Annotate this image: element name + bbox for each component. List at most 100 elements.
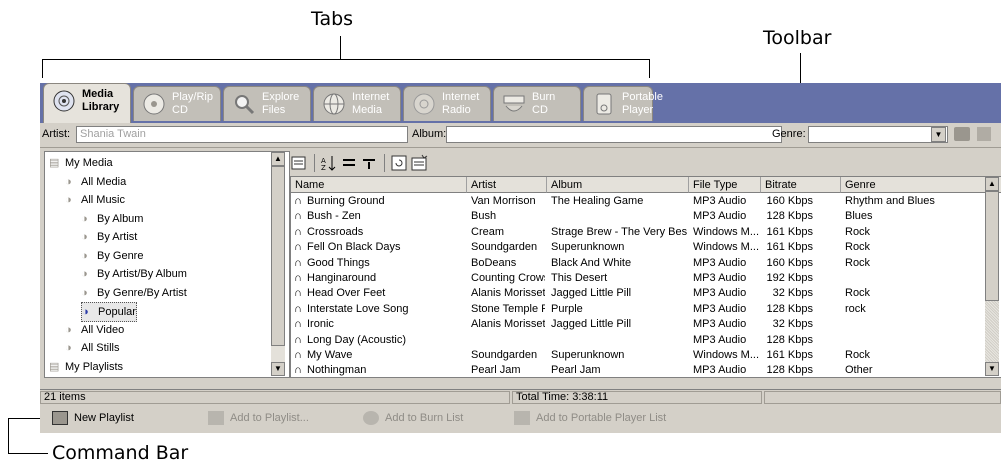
properties-icon[interactable] xyxy=(290,154,308,172)
table-cell: BoDeans xyxy=(471,256,517,269)
table-cell: Burning Ground xyxy=(307,195,385,207)
table-cell: Alanis Morissette xyxy=(471,287,545,300)
table-row[interactable]: ∩ Fell On Black Days Soundgarden Superunkno… xyxy=(291,240,986,255)
move-up-icon[interactable] xyxy=(340,154,358,172)
options-button-icon[interactable] xyxy=(977,127,991,141)
tab-burn-cd[interactable]: Burn CD xyxy=(493,86,581,121)
table-row[interactable]: ∩ Ironic Alanis Morissette Jagged Little Pi… xyxy=(291,317,986,332)
add-to-burn-list-button[interactable]: Add to Burn List xyxy=(363,410,463,426)
audio-icon: ◑ xyxy=(65,342,72,355)
command-bar-callout-label: Command Bar xyxy=(52,442,189,464)
refresh-icon[interactable] xyxy=(390,154,408,172)
table-row[interactable]: ∩ Nothingman Pearl Jam Pearl Jam MP3 Audio 12… xyxy=(291,363,986,377)
table-cell: 128 Kbps xyxy=(766,333,813,346)
column-header[interactable]: Album xyxy=(547,177,689,193)
table-cell: Nothingman xyxy=(307,364,367,377)
table-cell: Superunknown xyxy=(551,349,625,361)
headphones-icon: ∩ xyxy=(294,318,302,331)
tab-portable-player[interactable]: Portable Player xyxy=(583,86,663,121)
audio-icon: ◑ xyxy=(81,286,88,299)
headphones-icon: ∩ xyxy=(294,272,302,284)
tree-item[interactable]: ◑ By Genre xyxy=(81,247,143,265)
tree-item[interactable]: ◑ All Stills xyxy=(65,339,120,357)
scroll-up-arrow[interactable]: ▲ xyxy=(985,177,999,191)
new-folder-icon[interactable] xyxy=(410,154,428,172)
headphones-icon: ∩ xyxy=(294,333,302,346)
tree-item[interactable]: ◑ Popular xyxy=(81,302,137,322)
tab-strip: Media Library Play/Rip CD Explore Files … xyxy=(40,83,1001,124)
library-button-icon[interactable] xyxy=(954,127,970,141)
scroll-thumb[interactable] xyxy=(985,191,999,301)
table-cell: 160 Kbps xyxy=(766,256,813,269)
table-cell: MP3 Audio xyxy=(693,195,747,207)
chevron-down-icon[interactable]: ▼ xyxy=(931,127,946,142)
table-cell: Black And White xyxy=(551,256,632,269)
tree-scrollbar[interactable]: ▲ ▼ xyxy=(271,152,285,376)
album-field[interactable] xyxy=(446,126,782,143)
genre-dropdown[interactable] xyxy=(808,126,948,143)
table-row[interactable]: ∩ Interstate Love Song Stone Temple P... Pu… xyxy=(291,302,986,317)
tab-play-rip-cd[interactable]: Play/Rip CD xyxy=(133,86,221,121)
tree-item[interactable]: ◑ By Genre/By Artist xyxy=(81,284,187,302)
column-header[interactable]: Artist xyxy=(467,177,547,193)
column-header[interactable]: File Type xyxy=(689,177,761,193)
move-down-icon[interactable] xyxy=(360,154,378,172)
tab-explore-files[interactable]: Explore Files xyxy=(223,86,311,121)
table-cell: 161 Kbps xyxy=(766,241,813,254)
tree-item[interactable]: ◑ All Music xyxy=(65,191,125,209)
tree-item-label: By Artist/By Album xyxy=(97,268,187,280)
tree-item-label: All Music xyxy=(81,194,126,206)
table-cell: Strage Brew - The Very Best... xyxy=(551,225,687,238)
table-row[interactable]: ∩ My Wave Soundgarden Superunknown Windows M… xyxy=(291,348,986,363)
tree-item[interactable]: ◑ All Media xyxy=(65,173,126,191)
list-scrollbar[interactable]: ▲ ▼ xyxy=(985,177,999,376)
scroll-down-arrow[interactable]: ▼ xyxy=(985,362,999,376)
table-row[interactable]: ∩ Bush - Zen Bush MP3 Audio 128 Kbps Blues xyxy=(291,209,986,224)
tree-item[interactable]: ◑ All Video xyxy=(65,321,124,339)
media-list[interactable]: Name Artist Album File Type Bitrate Genre ∩ Bur… xyxy=(290,176,1001,378)
table-cell: MP3 Audio xyxy=(693,364,747,377)
artist-field[interactable]: Shania Twain xyxy=(76,126,408,143)
table-row[interactable]: ∩ Burning Ground Van Morrison The Healing G… xyxy=(291,194,986,209)
table-row[interactable]: ∩ Hanginaround Counting Crows This Desert MP… xyxy=(291,271,986,286)
column-header[interactable]: Genre xyxy=(841,177,986,193)
scroll-down-arrow[interactable]: ▼ xyxy=(271,362,285,376)
tree-item[interactable]: ▤Fun Songs xyxy=(65,376,134,377)
tree-item[interactable]: ◑ By Artist xyxy=(81,228,137,246)
tree-item[interactable]: ◑ By Artist/By Album xyxy=(81,265,187,283)
tab-media-library[interactable]: Media Library xyxy=(43,83,131,124)
sort-icon[interactable]: A Z xyxy=(320,154,338,172)
table-row[interactable]: ∩ Head Over Feet Alanis Morissette Jagged L… xyxy=(291,286,986,301)
tab-internet-radio[interactable]: Internet Radio xyxy=(403,86,491,121)
table-row[interactable]: ∩ Good Things BoDeans Black And White MP3 Au… xyxy=(291,256,986,271)
scroll-up-arrow[interactable]: ▲ xyxy=(271,152,285,166)
table-cell: My Wave xyxy=(307,349,353,361)
table-cell: Interstate Love Song xyxy=(307,302,409,315)
toolbar-callout-label: Toolbar xyxy=(763,27,832,49)
tree-item[interactable]: ▤ My Playlists xyxy=(49,358,123,376)
album-label: Album: xyxy=(412,128,447,140)
table-cell: rock xyxy=(845,302,866,315)
table-row[interactable]: ∩ Crossroads Cream Strage Brew - The Very B… xyxy=(291,225,986,240)
tree-item[interactable]: ▤ My Media xyxy=(49,154,113,172)
scroll-thumb[interactable] xyxy=(271,166,285,346)
new-playlist-button[interactable]: New Playlist xyxy=(52,410,134,426)
add-to-portable-list-button[interactable]: Add to Portable Player List xyxy=(514,410,666,426)
column-header[interactable]: Bitrate xyxy=(761,177,841,193)
headphones-icon: ∩ xyxy=(294,210,302,223)
add-to-portable-list-icon xyxy=(514,411,530,426)
add-to-playlist-button[interactable]: Add to Playlist... xyxy=(208,410,309,426)
table-cell: 128 Kbps xyxy=(766,210,813,223)
audio-icon: ◑ xyxy=(65,175,72,188)
magnifier-icon xyxy=(235,95,255,115)
headphones-icon: ∩ xyxy=(294,225,302,238)
table-cell: Fell On Black Days xyxy=(307,241,401,254)
headphones-icon: ∩ xyxy=(294,364,302,377)
command-label: Add to Playlist... xyxy=(230,412,309,424)
playlist-icon: ▤ xyxy=(49,360,60,373)
tree-item[interactable]: ◑ By Album xyxy=(81,210,143,228)
column-header[interactable]: Name xyxy=(291,177,467,193)
table-row[interactable]: ∩ Long Day (Acoustic) MP3 Audio 128 Kbps xyxy=(291,333,986,348)
library-tree[interactable]: ▤ My Media ◑ All Media ◑ All Music ◑ By Album ◑ B… xyxy=(44,151,290,378)
tab-internet-media[interactable]: Internet Media xyxy=(313,86,401,121)
